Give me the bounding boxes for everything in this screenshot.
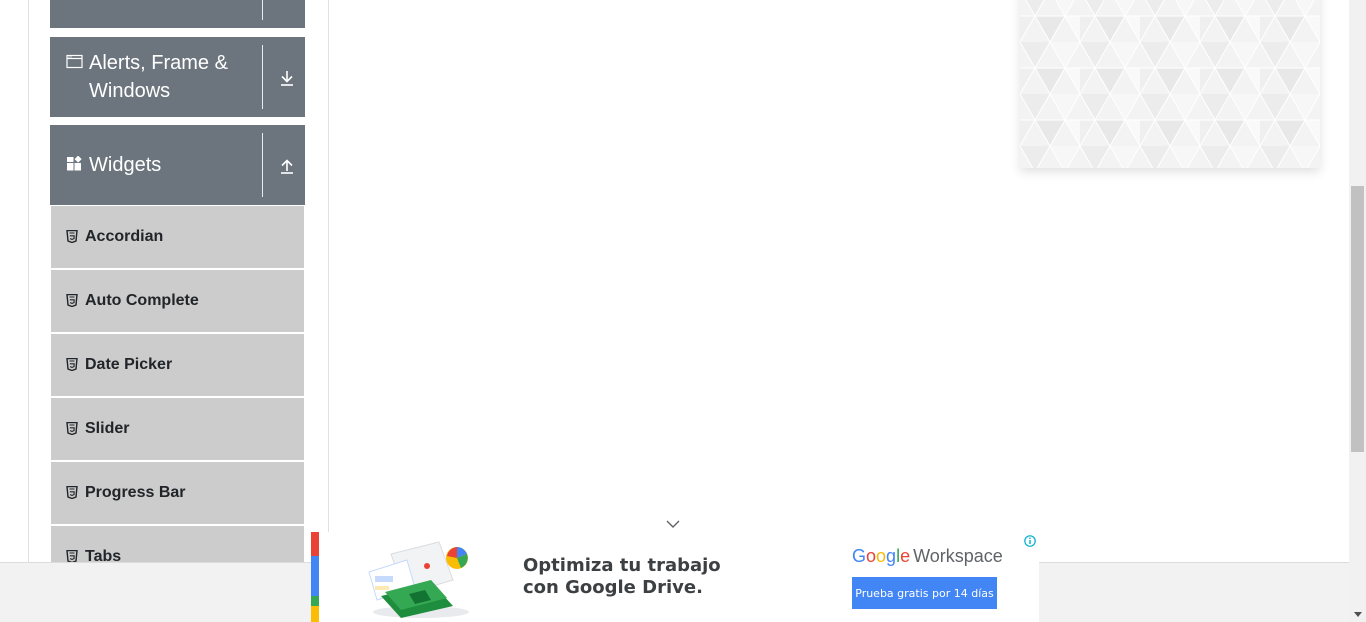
menu-item-label: Slider xyxy=(85,420,130,437)
menu-item-accordian[interactable]: Accordian xyxy=(51,206,304,268)
menu-item-label: Auto Complete xyxy=(85,292,199,309)
download-arrow-icon[interactable] xyxy=(276,67,298,89)
widgets-icon xyxy=(66,156,84,174)
window-icon xyxy=(66,54,84,72)
menu-item-label: Date Picker xyxy=(85,356,173,373)
scroll-down-arrow-icon[interactable] xyxy=(1349,606,1366,622)
logo-product-name: Workspace xyxy=(913,546,1003,566)
chevron-down-icon[interactable] xyxy=(664,517,682,529)
html5-icon xyxy=(66,358,78,372)
header-divider xyxy=(262,0,263,20)
logo-letter: e xyxy=(900,546,911,566)
google-workspace-ad[interactable]: Optimiza tu trabajo con Google Drive. Go… xyxy=(311,532,1039,622)
logo-letter: o xyxy=(876,546,887,566)
logo-letter: g xyxy=(886,546,897,566)
group-header-label-line1: Alerts, Frame & xyxy=(89,52,228,74)
upload-arrow-icon[interactable] xyxy=(276,155,298,177)
left-column-border xyxy=(28,0,29,562)
scrollbar-thumb[interactable] xyxy=(1351,186,1364,452)
google-workspace-logo[interactable]: Google Workspace xyxy=(852,546,1003,566)
html5-icon xyxy=(66,422,78,436)
ad-headline-line1: Optimiza tu trabajo xyxy=(523,555,721,576)
group-header-widgets[interactable]: Widgets xyxy=(50,125,305,205)
group-header-alerts-frame-windows[interactable]: Alerts, Frame & Windows xyxy=(50,37,305,117)
logo-letter: G xyxy=(852,546,867,566)
pattern-banner-image xyxy=(1020,0,1320,168)
menu-item-date-picker[interactable]: Date Picker xyxy=(51,334,304,396)
html5-icon xyxy=(66,294,78,308)
page-scrollbar[interactable] xyxy=(1349,0,1366,622)
ad-headline[interactable]: Optimiza tu trabajo con Google Drive. xyxy=(523,555,743,599)
header-divider xyxy=(262,45,263,109)
ad-cta-button[interactable]: Prueba gratis por 14 días xyxy=(852,577,997,609)
group-header-previous[interactable] xyxy=(50,0,305,28)
drive-illustration xyxy=(361,536,481,620)
menu-item-auto-complete[interactable]: Auto Complete xyxy=(51,270,304,332)
menu-item-label: Progress Bar xyxy=(85,484,186,501)
group-header-label: Widgets xyxy=(50,151,262,179)
header-divider xyxy=(262,133,263,197)
group-header-text: Widgets xyxy=(89,154,162,176)
ad-color-stripe xyxy=(311,532,319,622)
html5-icon xyxy=(66,230,78,244)
ad-info-icon[interactable] xyxy=(1024,534,1036,547)
ad-headline-line2: con Google Drive. xyxy=(523,577,703,598)
menu-item-progress-bar[interactable]: Progress Bar xyxy=(51,462,304,524)
menu-item-slider[interactable]: Slider xyxy=(51,398,304,460)
group-header-label-line2: Windows xyxy=(89,80,171,102)
html5-icon xyxy=(66,486,78,500)
group-header-label: Alerts, Frame & Windows xyxy=(50,49,262,105)
menu-item-label: Accordian xyxy=(85,228,164,245)
logo-letter: o xyxy=(866,546,877,566)
sidebar-border xyxy=(328,0,329,562)
